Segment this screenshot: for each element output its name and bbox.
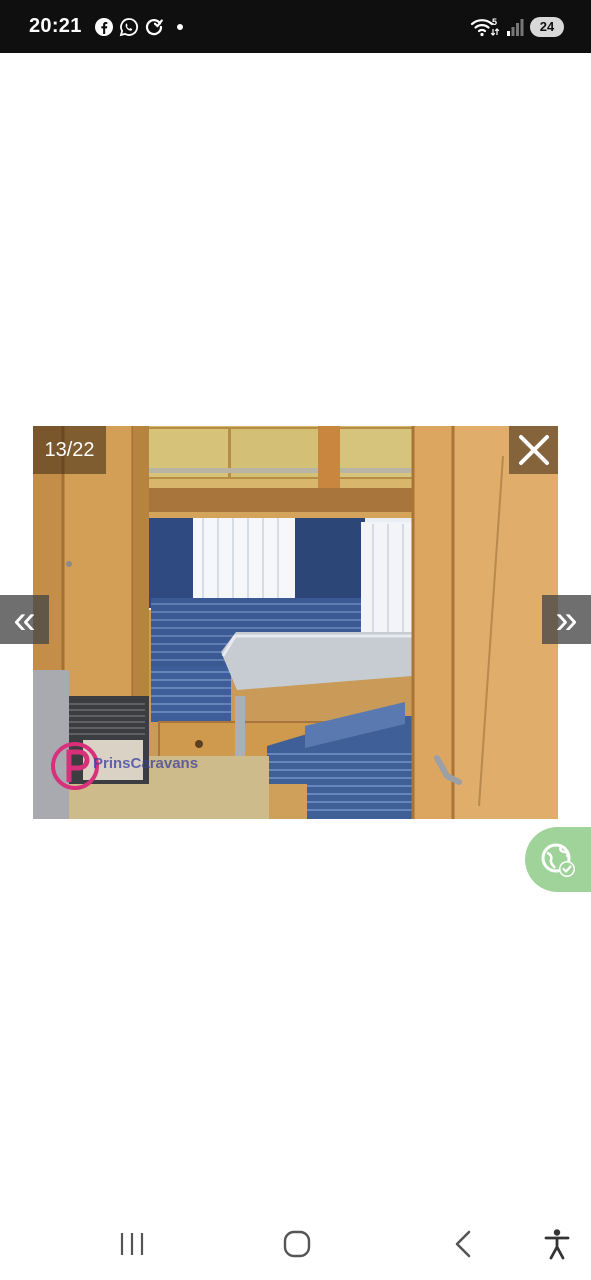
more-notifications-dot: [176, 23, 183, 30]
close-gallery-button[interactable]: [509, 426, 558, 474]
back-icon: [455, 1230, 471, 1258]
status-bar: 20:21 5 24: [0, 0, 591, 53]
wifi-badge: 5: [492, 17, 497, 27]
previous-image-button[interactable]: «: [0, 595, 49, 644]
close-icon: [518, 435, 549, 465]
chevron-double-left-icon: «: [13, 597, 36, 642]
home-icon: [283, 1230, 311, 1258]
watermark-text: PrinsCaravans: [93, 754, 199, 772]
system-nav-bar: [0, 1206, 591, 1280]
sync-app-icon: [145, 18, 163, 35]
translate-button[interactable]: [525, 827, 591, 892]
status-time: 20:21: [29, 15, 82, 37]
dealer-watermark: PrinsCaravans: [49, 738, 198, 794]
home-button[interactable]: [277, 1226, 317, 1262]
whatsapp-icon: [119, 17, 138, 36]
wifi-icon: 5: [470, 17, 500, 36]
notification-icons: [94, 17, 183, 37]
facebook-icon: [94, 17, 113, 36]
cell-signal-icon: [507, 18, 524, 36]
recent-apps-button[interactable]: [112, 1226, 152, 1262]
system-indicators: 5 24: [470, 16, 564, 38]
chevron-double-right-icon: »: [555, 597, 578, 642]
accessibility-icon: [544, 1229, 570, 1260]
battery-indicator: 24: [530, 16, 564, 37]
next-image-button[interactable]: »: [542, 595, 591, 644]
recent-apps-icon: [120, 1233, 144, 1255]
back-button[interactable]: [443, 1226, 483, 1262]
image-counter: 13/22: [33, 426, 106, 474]
accessibility-button[interactable]: [537, 1226, 577, 1262]
globe-check-icon: [541, 843, 575, 877]
gallery-photo[interactable]: 13/22 PrinsCaravans: [33, 426, 558, 819]
